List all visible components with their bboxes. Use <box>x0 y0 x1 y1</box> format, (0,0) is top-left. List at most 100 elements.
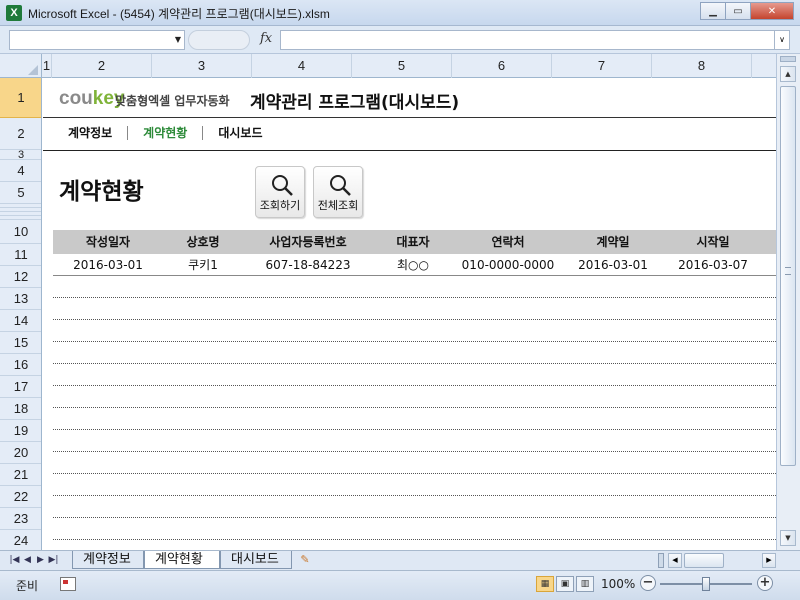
normal-view-icon[interactable]: ▦ <box>536 576 554 592</box>
window-title: Microsoft Excel - (5454) 계약관리 프로그램(대시보드)… <box>28 7 330 21</box>
row-header-20[interactable]: 20 <box>0 442 41 464</box>
column-header-3[interactable]: 3 <box>152 54 252 78</box>
close-button[interactable]: ✕ <box>750 2 794 20</box>
split-handle[interactable] <box>658 553 664 568</box>
empty-table-row[interactable] <box>53 452 776 474</box>
first-sheet-icon[interactable]: |◀ <box>8 553 21 567</box>
row-header-17[interactable]: 17 <box>0 376 41 398</box>
table-cell[interactable]: 010-0000-0000 <box>453 254 563 276</box>
search-all-button[interactable]: 전체조회 <box>313 166 363 218</box>
nav-item-1[interactable]: 계약정보 <box>43 124 112 144</box>
column-header-4[interactable]: 4 <box>252 54 352 78</box>
worksheet[interactable]: coukey 맞춤형엑셀 업무자동화 계약관리 프로그램(대시보드) 계약정보 계… <box>43 78 776 550</box>
nav-item-3[interactable]: 대시보드 <box>203 124 262 144</box>
row-header-15[interactable]: 15 <box>0 332 41 354</box>
empty-table-row[interactable] <box>53 386 776 408</box>
select-all-corner[interactable] <box>0 54 42 78</box>
table-cell[interactable]: 2016-03-01 <box>53 254 163 276</box>
column-header-7[interactable]: 7 <box>552 54 652 78</box>
row-header-4[interactable]: 4 <box>0 160 41 182</box>
last-sheet-icon[interactable]: ▶| <box>47 553 60 567</box>
empty-table-row[interactable] <box>53 408 776 430</box>
row-header-24[interactable]: 24 <box>0 530 41 550</box>
page-break-icon[interactable]: ▥ <box>576 576 594 592</box>
row-header-22[interactable]: 22 <box>0 486 41 508</box>
brand-subtitle: 맞춤형엑셀 업무자동화 <box>115 94 230 108</box>
row-header-19[interactable]: 19 <box>0 420 41 442</box>
nav-divider <box>43 150 776 151</box>
zoom-in-button[interactable]: + <box>757 575 773 591</box>
row-header-16[interactable]: 16 <box>0 354 41 376</box>
row-header-18[interactable]: 18 <box>0 398 41 420</box>
row-header-10[interactable]: 10 <box>0 220 41 244</box>
column-header-8[interactable]: 8 <box>652 54 752 78</box>
excel-icon[interactable]: X <box>6 5 22 21</box>
formula-expand-button[interactable]: ∨ <box>774 30 790 50</box>
brand-cou: cou <box>59 88 93 109</box>
empty-table-row[interactable] <box>53 320 776 342</box>
column-header-5[interactable]: 5 <box>352 54 452 78</box>
table-header-cell: 작성일자 <box>85 235 131 249</box>
row-header-3[interactable]: 3 <box>0 150 41 161</box>
table-cell[interactable]: 607-18-84223 <box>243 254 373 276</box>
maximize-button[interactable]: ▭ <box>725 2 751 20</box>
nav-item-2[interactable]: 계약현황 <box>128 124 187 144</box>
row-header-21[interactable]: 21 <box>0 464 41 486</box>
empty-table-row[interactable] <box>53 342 776 364</box>
table-cell[interactable]: 2 <box>763 254 776 276</box>
prev-sheet-icon[interactable]: ◀ <box>21 553 34 567</box>
column-header-2[interactable]: 2 <box>52 54 152 78</box>
fx-icon[interactable]: fx <box>260 31 272 46</box>
table-cell[interactable]: 쿠키1 <box>163 254 243 276</box>
scroll-right-button[interactable]: ▶ <box>762 553 776 568</box>
empty-table-row[interactable] <box>53 364 776 386</box>
sheet-tab-1[interactable]: 계약정보 <box>72 551 144 569</box>
row-header-14[interactable]: 14 <box>0 310 41 332</box>
zoom-out-button[interactable]: − <box>640 575 656 591</box>
row-header-23[interactable]: 23 <box>0 508 41 530</box>
row-header-2[interactable]: 2 <box>0 118 41 150</box>
next-sheet-icon[interactable]: ▶ <box>34 553 47 567</box>
formula-controls: fx <box>188 30 278 50</box>
vertical-scrollbar[interactable]: ▲ ▼ <box>776 54 800 550</box>
sheet-tab-2[interactable]: 계약현황 <box>144 551 220 569</box>
row-header: 1 2 3 4 5 10 11 12 13 14 15 16 17 18 19 20 21 22 23 24 <box>0 78 42 550</box>
table-cell[interactable]: 최○○ <box>373 254 453 276</box>
table-row[interactable]: 2016-03-01 쿠키1 607-18-84223 최○○ 010-0000-000… <box>53 254 776 276</box>
minimize-button[interactable]: ▁ <box>700 2 726 20</box>
scroll-up-button[interactable]: ▲ <box>780 66 796 82</box>
column-header-6[interactable]: 6 <box>452 54 552 78</box>
empty-table-row[interactable] <box>53 430 776 452</box>
page-layout-icon[interactable]: ▣ <box>556 576 574 592</box>
formula-input[interactable] <box>280 30 774 50</box>
row-header-12[interactable]: 12 <box>0 266 41 288</box>
zoom-slider-thumb[interactable] <box>702 577 710 591</box>
row-header-13[interactable]: 13 <box>0 288 41 310</box>
row-header-5[interactable]: 5 <box>0 182 41 204</box>
zoom-level[interactable]: 100% <box>601 577 635 591</box>
name-box[interactable]: ▼ <box>9 30 185 50</box>
scroll-thumb[interactable] <box>684 553 724 568</box>
table-cell[interactable]: 2016-03-01 <box>563 254 663 276</box>
empty-table-row[interactable] <box>53 474 776 496</box>
horizontal-scrollbar[interactable]: ◀ ▶ <box>658 553 776 568</box>
search-button[interactable]: 조회하기 <box>255 166 305 218</box>
row-header-11[interactable]: 11 <box>0 244 41 266</box>
row-header-1[interactable]: 1 <box>0 78 41 118</box>
empty-table-row[interactable] <box>53 276 776 298</box>
table-cell[interactable]: 2016-03-07 <box>663 254 763 276</box>
insert-sheet-icon[interactable]: ✎ <box>296 553 314 567</box>
view-buttons: ▦ ▣ ▥ <box>536 576 596 592</box>
sheet-tab-3[interactable]: 대시보드 <box>220 551 292 569</box>
macro-record-icon[interactable] <box>60 577 76 591</box>
split-handle[interactable] <box>780 56 796 62</box>
chevron-down-icon[interactable]: ▼ <box>175 35 181 44</box>
column-header-1[interactable]: 1 <box>42 54 52 78</box>
scroll-down-button[interactable]: ▼ <box>780 530 796 546</box>
empty-table-row[interactable] <box>53 496 776 518</box>
formula-toggle[interactable] <box>188 30 250 50</box>
scroll-thumb[interactable] <box>780 86 796 466</box>
scroll-left-button[interactable]: ◀ <box>668 553 682 568</box>
empty-table-row[interactable] <box>53 518 776 540</box>
empty-table-row[interactable] <box>53 298 776 320</box>
